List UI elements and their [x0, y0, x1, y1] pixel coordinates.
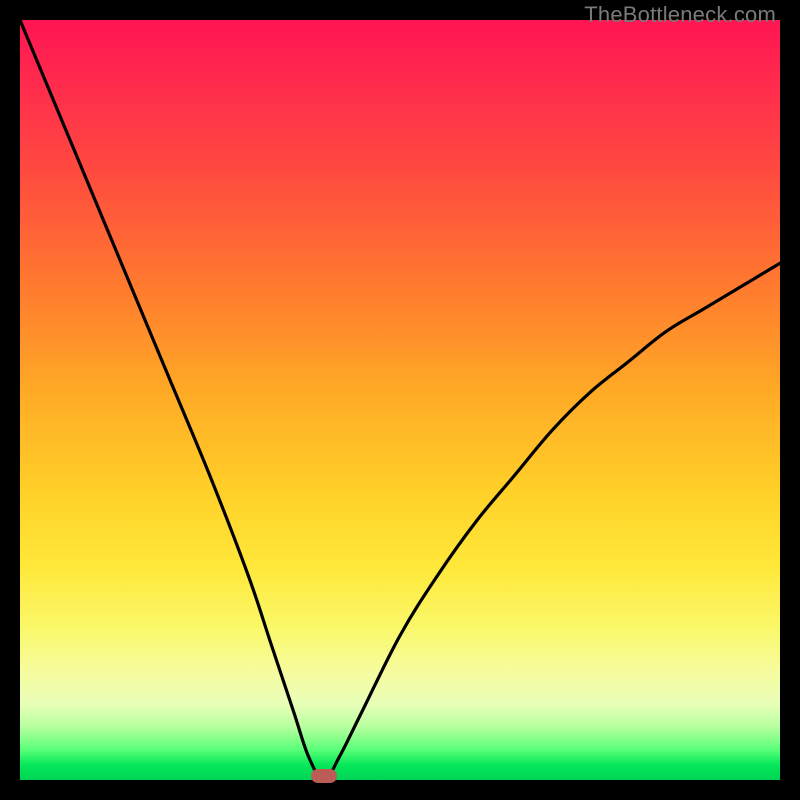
bottleneck-curve [20, 20, 780, 780]
optimal-point-marker [311, 769, 337, 783]
watermark-text: TheBottleneck.com [584, 2, 776, 28]
